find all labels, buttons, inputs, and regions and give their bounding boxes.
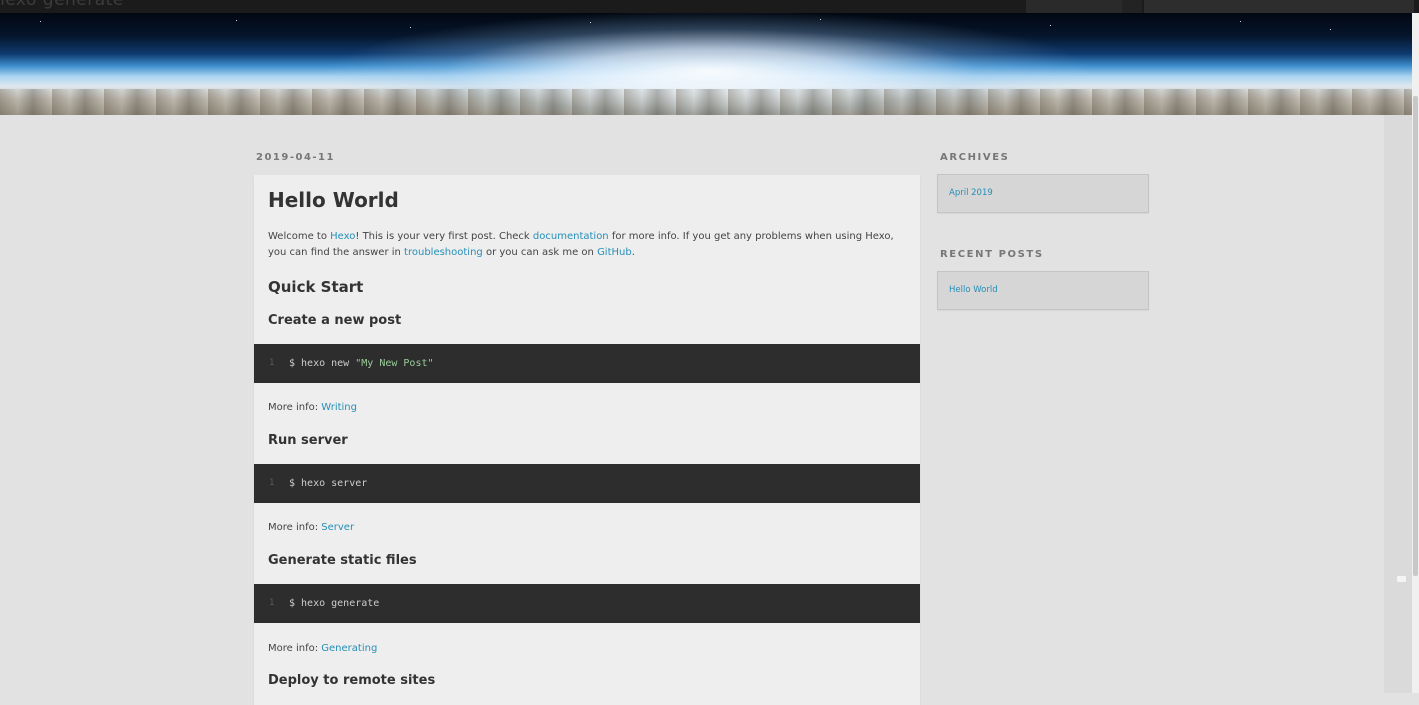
scrollbar-thumb[interactable]: [1413, 96, 1418, 576]
hexo-link[interactable]: Hexo: [330, 231, 355, 242]
post-title[interactable]: Hello World: [268, 188, 399, 212]
section-heading-run-server: Run server: [268, 433, 348, 448]
nav-links-area[interactable]: [1144, 0, 1414, 13]
code-line: $ hexo new "My New Post": [289, 358, 434, 369]
banner-horizon: [0, 89, 1412, 115]
nav-divider: [1122, 0, 1142, 13]
recent-posts-widget: Hello World: [937, 271, 1149, 310]
code-block-server: 1 $ hexo server: [254, 464, 920, 503]
code-block-generate: 1 $ hexo generate: [254, 584, 920, 623]
section-heading-generate: Generate static files: [268, 553, 417, 568]
line-number: 1: [269, 358, 275, 368]
code-line: $ hexo server: [289, 478, 368, 489]
intro-text-2: ! This is your very first post. Check: [355, 231, 533, 242]
nav-search-area[interactable]: [1026, 0, 1122, 13]
intro-text-1: Welcome to: [268, 231, 331, 242]
header-banner-image: [0, 13, 1412, 115]
documentation-link[interactable]: documentation: [533, 231, 609, 242]
recent-post-link-hello-world[interactable]: Hello World: [949, 285, 998, 295]
troubleshooting-link[interactable]: troubleshooting: [404, 247, 483, 258]
post-intro: Welcome to Hexo! This is your very first…: [268, 229, 904, 261]
quick-start-heading: Quick Start: [268, 278, 364, 296]
section-heading-create-post: Create a new post: [268, 313, 402, 328]
line-number: 1: [269, 478, 275, 488]
generating-link[interactable]: Generating: [321, 643, 377, 654]
top-bar: hexo generate: [0, 0, 1419, 13]
site-title[interactable]: hexo generate: [0, 0, 124, 10]
recent-posts-title: RECENT POSTS: [940, 249, 1044, 260]
archive-link-april-2019[interactable]: April 2019: [949, 188, 993, 198]
code-block-new-post: 1 $ hexo new "My New Post": [254, 344, 920, 383]
line-number: 1: [269, 598, 275, 608]
archives-widget: April 2019: [937, 174, 1149, 213]
more-info-server: More info: Server: [268, 522, 355, 533]
server-link[interactable]: Server: [321, 522, 354, 533]
writing-link[interactable]: Writing: [321, 402, 357, 413]
section-heading-deploy: Deploy to remote sites: [268, 673, 436, 688]
intro-text-4: or you can ask me on: [482, 247, 598, 258]
post-date[interactable]: 2019-04-11: [256, 152, 335, 163]
post-article: Hello World Welcome to Hexo! This is you…: [254, 175, 920, 705]
more-info-writing: More info: Writing: [268, 402, 357, 413]
more-info-generating: More info: Generating: [268, 643, 378, 654]
scroll-marker: [1397, 576, 1406, 582]
archives-title: ARCHIVES: [940, 152, 1010, 163]
intro-text-5: .: [631, 247, 635, 258]
code-line: $ hexo generate: [289, 598, 380, 609]
github-link[interactable]: GitHub: [597, 247, 632, 258]
right-gutter: [1384, 115, 1412, 693]
